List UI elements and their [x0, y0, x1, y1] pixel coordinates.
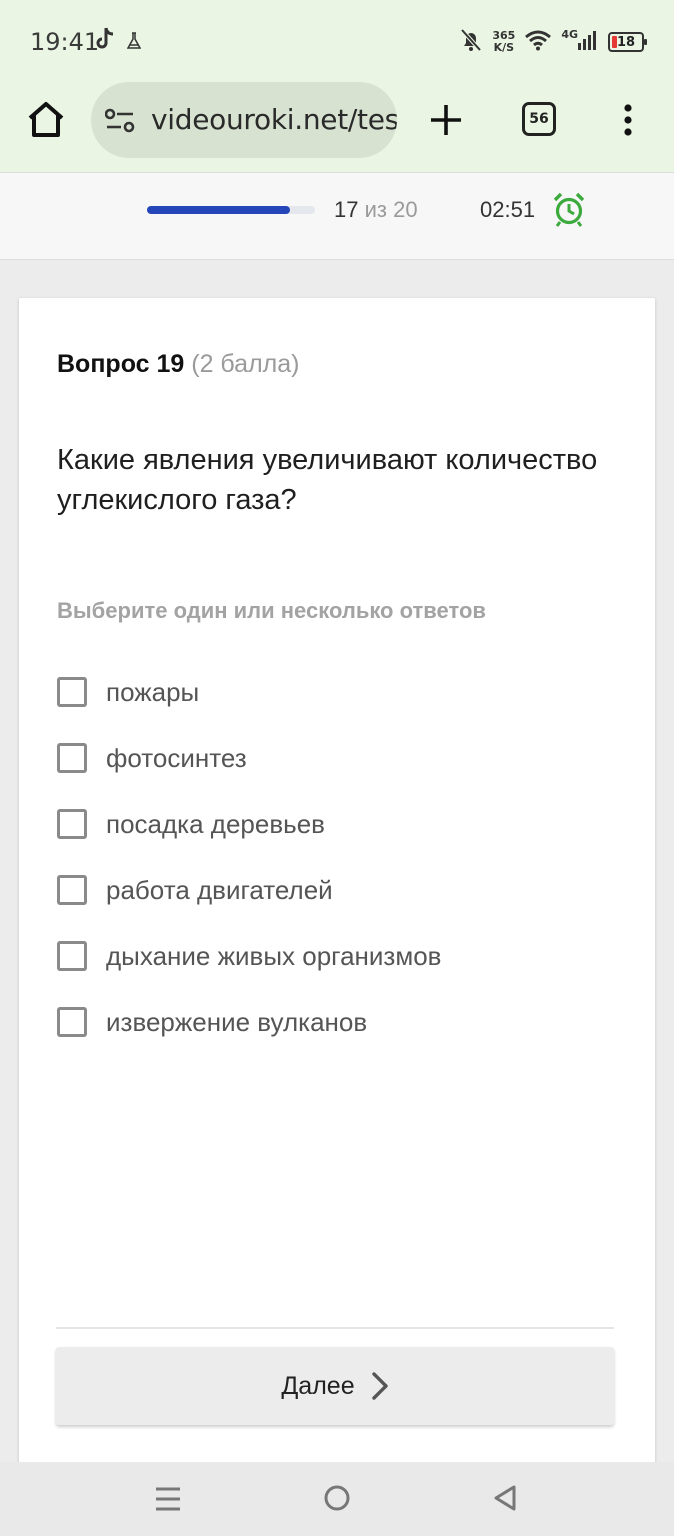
answer-checkbox[interactable] [57, 809, 87, 839]
answer-checkbox[interactable] [57, 875, 87, 905]
next-button[interactable]: Далее [56, 1347, 614, 1425]
new-tab-button[interactable] [428, 102, 464, 138]
site-settings-icon[interactable] [104, 107, 137, 140]
answer-checkbox[interactable] [57, 677, 87, 707]
answer-checkbox[interactable] [57, 941, 87, 971]
answer-checkbox[interactable] [57, 743, 87, 773]
answer-label[interactable]: фотосинтез [106, 743, 247, 774]
home-icon [28, 102, 64, 137]
answer-option[interactable]: фотосинтез [57, 736, 617, 780]
clock: 19:41 [30, 28, 100, 56]
question-counter: 17 из 20 [334, 197, 418, 222]
question-card: Вопрос 19 (2 балла) Какие явления увелич… [19, 298, 655, 1468]
more-vert-icon [624, 104, 632, 136]
chevron-right-icon [371, 1372, 388, 1400]
alarm-clock-icon [552, 191, 586, 232]
tiktok-icon [94, 26, 116, 57]
test-progress-header: 17 из 20 02:51 [0, 172, 674, 260]
battery-level: 18 [616, 34, 636, 50]
answer-hint: Выберите один или несколько ответов [57, 598, 486, 623]
answer-option[interactable]: пожары [57, 670, 617, 714]
address-bar[interactable]: videouroki.net/tes [91, 82, 397, 158]
back-icon[interactable] [492, 1484, 518, 1517]
answer-option[interactable]: извержение вулканов [57, 1000, 617, 1044]
progress-bar [147, 206, 315, 214]
network-type: 4G [561, 27, 578, 41]
answer-option[interactable]: посадка деревьев [57, 802, 617, 846]
answer-label[interactable]: посадка деревьев [106, 809, 325, 840]
answer-option[interactable]: дыхание живых организмов [57, 934, 617, 978]
network-speed: 365 K/S [492, 29, 516, 54]
answer-label[interactable]: работа двигателей [106, 875, 333, 906]
tabs-button[interactable]: 56 [522, 102, 556, 136]
status-bar: 19:41 365 K/S 4G 18 [0, 0, 674, 82]
answer-checkbox[interactable] [57, 1007, 87, 1037]
bell-off-icon [460, 28, 482, 57]
answer-option[interactable]: работа двигателей [57, 868, 617, 912]
answer-label[interactable]: пожары [106, 677, 199, 708]
wifi-icon [525, 29, 552, 56]
answer-label[interactable]: извержение вулканов [106, 1007, 367, 1038]
signal-icon [578, 30, 598, 55]
system-nav-bar [0, 1462, 674, 1536]
answer-label[interactable]: дыхание живых организмов [106, 941, 441, 972]
question-number: Вопрос 19 [57, 350, 185, 378]
battery-indicator: 18 [608, 32, 647, 52]
home-button[interactable] [26, 100, 66, 140]
question-text: Какие явления увеличивают количество угл… [57, 444, 598, 516]
plus-icon [431, 105, 461, 135]
question-points: (2 балла) [191, 350, 300, 378]
tab-count: 56 [529, 111, 549, 127]
next-button-label: Далее [281, 1371, 355, 1400]
browser-toolbar: videouroki.net/tes 56 [0, 82, 674, 172]
divider [56, 1327, 614, 1329]
url-text[interactable]: videouroki.net/tes [151, 103, 397, 136]
home-circle-icon[interactable] [323, 1484, 351, 1517]
more-menu-button[interactable] [620, 100, 636, 140]
recents-icon[interactable] [154, 1486, 182, 1517]
flask-icon [126, 32, 142, 55]
timer: 02:51 [480, 197, 536, 222]
progress-bar-fill [147, 206, 290, 214]
question-title: Вопрос 19 (2 балла) [57, 350, 299, 379]
